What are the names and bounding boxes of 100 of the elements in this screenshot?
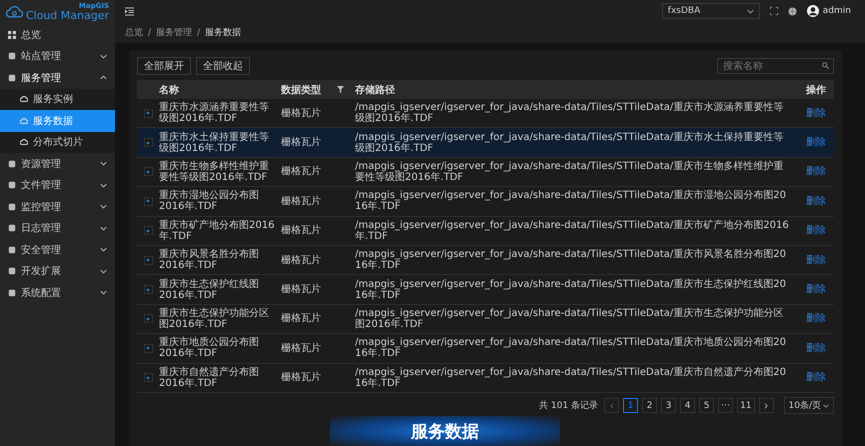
sidebar-item[interactable]: 开发扩展 [0, 260, 115, 282]
table-cell-text: /mapgis_igserver/igserver_for_java/share-data/Tiles/STTileData/重庆市水土保持重要性等级图2016年.TDF [354, 132, 784, 154]
sidebar-item[interactable]: 总览 [0, 24, 115, 46]
table-cell-text: 栅格瓦片 [281, 225, 322, 236]
menu-item-icon [20, 138, 28, 146]
plus-icon [146, 228, 150, 233]
breadcrumb-item: 服务数据 [205, 26, 242, 39]
globe-icon[interactable] [788, 6, 797, 16]
menu-item-icon [8, 224, 16, 232]
next-page-button[interactable] [758, 398, 774, 414]
table-cell-text: 栅格瓦片 [281, 196, 322, 207]
column-header: 数据类型 [281, 84, 322, 96]
chevron-right-icon [764, 402, 768, 409]
menu-item-icon [8, 246, 16, 254]
table-cell-text: 栅格瓦片 [281, 254, 322, 266]
page-button[interactable]: ··· [718, 398, 734, 414]
expand-button[interactable] [144, 344, 152, 353]
page-button[interactable]: 11 [737, 398, 755, 414]
menu-item-icon [8, 160, 16, 168]
sidebar-item[interactable]: 日志管理 [0, 218, 115, 239]
chevron-down-icon [823, 404, 829, 408]
expand-button[interactable] [144, 196, 152, 206]
menu-item-icon [8, 267, 16, 276]
database-select[interactable]: fxsDBA [662, 3, 760, 19]
breadcrumb-separator: / [197, 28, 200, 38]
table-cell-text: 重庆市矿产地分布图2016年.TDF [159, 220, 276, 242]
delete-link[interactable]: 删除 [806, 137, 826, 148]
delete-link[interactable]: 删除 [806, 108, 826, 119]
menu-fold-icon[interactable] [125, 6, 134, 16]
chevron-icon [100, 182, 107, 188]
delete-link[interactable]: 删除 [806, 313, 826, 324]
delete-link[interactable]: 删除 [806, 196, 826, 207]
expand-button[interactable] [144, 226, 152, 236]
sidebar-item[interactable]: 系统配置 [0, 282, 115, 304]
table-cell-text: /mapgis_igserver/igserver_for_java/share-data/Tiles/STTileData/重庆市生态保护功能分区图2016年.TDF [354, 308, 784, 330]
table-row[interactable]: 重庆市地质公园分布图2016年.TDF 栅格瓦片 /mapgis_igserver/igserver_for_java/share-data/Tiles/STTileData/重庆市地质公园分布图2016年.TDF 删除 [137, 334, 834, 364]
page-button[interactable]: 5 [699, 398, 714, 414]
table-cell-text: 栅格瓦片 [281, 166, 322, 178]
table-row[interactable]: 重庆市生态保护红线图2016年.TDF 栅格瓦片 /mapgis_igserver/igserver_for_java/share-data/Tiles/STTileData/重庆市生态保护红线图2016年.TDF 删除 [137, 275, 834, 305]
chevron-left-icon [610, 402, 614, 409]
delete-link[interactable]: 删除 [806, 225, 826, 236]
sidebar-item[interactable]: 资源管理 [0, 153, 115, 174]
table-row[interactable]: 重庆市生态保护功能分区图2016年.TDF 栅格瓦片 /mapgis_igserver/igserver_for_java/share-data/Tiles/STTileData/重庆市生态保护功能分区图2016年.TDF 删除 [137, 304, 834, 334]
page-size-select[interactable]: 10条/页 [784, 397, 834, 414]
chevron-icon [100, 54, 107, 59]
page-button[interactable]: 3 [661, 398, 676, 414]
user-name[interactable]: admin [822, 6, 851, 16]
sidebar-item[interactable]: 站点管理 [0, 46, 115, 67]
expand-button[interactable] [144, 256, 152, 265]
search-field[interactable]: 搜索名称 [717, 58, 834, 74]
menu-item-icon [8, 181, 16, 190]
fullscreen-icon[interactable] [770, 7, 778, 15]
sidebar-subitem[interactable]: 分布式切片 [0, 132, 115, 153]
plus-icon [146, 288, 150, 292]
table-row[interactable]: 重庆市风景名胜分布图2016年.TDF 栅格瓦片 /mapgis_igserver/igserver_for_java/share-data/Tiles/STTileData/重庆市风景名胜分布图2016年.TDF 删除 [137, 246, 834, 276]
sidebar-item[interactable]: 服务管理 [0, 67, 115, 88]
filter-icon[interactable] [337, 86, 344, 93]
table-cell-text: 重庆市风景名胜分布图2016年.TDF [159, 249, 260, 272]
sidebar-item[interactable]: 文件管理 [0, 174, 115, 196]
column-header: 操作 [804, 84, 827, 96]
toolbar-button[interactable]: 全部收起 [196, 57, 250, 75]
table-row[interactable]: 重庆市湿地公园分布图2016年.TDF 栅格瓦片 /mapgis_igserver/igserver_for_java/share-data/Tiles/STTileData/重庆市湿地公园分布图2016年.TDF 删除 [137, 187, 834, 217]
chevron-icon [100, 75, 107, 80]
table-row[interactable]: 重庆市生物多样性维护重要性等级图2016年.TDF 栅格瓦片 /mapgis_igserver/igserver_for_java/share-data/Tiles/STTileData/重庆市生物多样性维护重要性等级图2016年.TDF 删除 [137, 158, 834, 188]
sidebar-item[interactable]: 安全管理 [0, 239, 115, 260]
table-row[interactable]: 重庆市自然遗产分布图2016年.TDF 栅格瓦片 /mapgis_igserver/igserver_for_java/share-data/Tiles/STTileData/重庆市自然遗产分布图2016年.TDF 删除 [137, 364, 834, 393]
table-cell-text: 重庆市生态保护红线图2016年.TDF [159, 278, 260, 301]
plus-icon [146, 111, 150, 116]
menu-item-icon [8, 288, 16, 297]
table-cell-text: 栅格瓦片 [281, 313, 322, 324]
expand-button[interactable] [144, 285, 152, 294]
table-cell-text: 重庆市地质公园分布图2016年.TDF [159, 337, 260, 360]
table-cell-text: 栅格瓦片 [281, 372, 322, 384]
menu-item-icon [8, 202, 16, 211]
delete-link[interactable]: 删除 [806, 284, 826, 296]
delete-link[interactable]: 删除 [806, 342, 826, 354]
breadcrumb-item[interactable]: 总览 [125, 26, 143, 39]
page-button[interactable]: 1 [623, 398, 638, 414]
expand-button[interactable] [144, 138, 152, 148]
chevron-icon [100, 204, 107, 210]
expand-button[interactable] [144, 108, 152, 118]
expand-button[interactable] [144, 167, 152, 176]
sidebar-subitem[interactable]: 服务实例 [0, 88, 115, 110]
delete-link[interactable]: 删除 [806, 372, 826, 384]
expand-button[interactable] [144, 314, 152, 324]
breadcrumb-item[interactable]: 服务管理 [156, 26, 192, 39]
search-icon [822, 62, 829, 69]
expand-button[interactable] [144, 373, 152, 382]
page-button[interactable]: 2 [642, 398, 658, 414]
avatar-icon[interactable] [806, 5, 819, 17]
chevron-icon [100, 247, 107, 252]
table-cell-text: /mapgis_igserver/igserver_for_java/share-data/Tiles/STTileData/重庆市生态保护红线图2016年.TDF [354, 278, 787, 301]
table-cell-text: 重庆市水土保持重要性等级图2016年.TDF [159, 132, 270, 154]
delete-link[interactable]: 删除 [806, 254, 826, 266]
delete-link[interactable]: 删除 [806, 166, 826, 178]
sidebar-item[interactable]: 监控管理 [0, 196, 115, 218]
toolbar-button[interactable]: 全部展开 [137, 57, 191, 75]
page-button[interactable]: 4 [680, 398, 696, 414]
table-cell-text: 栅格瓦片 [281, 137, 322, 148]
table-row[interactable]: 重庆市水土保持重要性等级图2016年.TDF 栅格瓦片 /mapgis_igserver/igserver_for_java/share-data/Tiles/STTileData/重庆市水土保持重要性等级图2016年.TDF 删除 [137, 128, 834, 158]
